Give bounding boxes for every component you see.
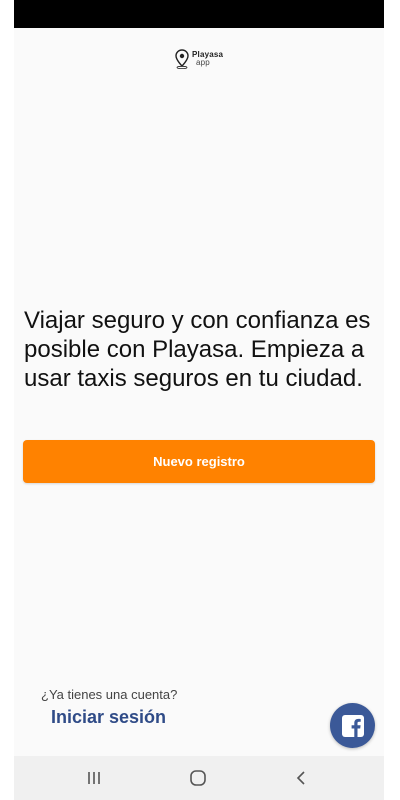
home-icon: [190, 770, 206, 786]
facebook-login-button[interactable]: [330, 703, 375, 748]
recent-apps-icon: [88, 772, 100, 784]
home-button[interactable]: [184, 764, 212, 792]
app-logo: Playasa app: [174, 48, 226, 70]
back-icon: [296, 771, 305, 785]
logo-text: Playasa app: [192, 51, 223, 67]
login-screen: Playasa app Viajar seguro y con confianz…: [0, 0, 400, 800]
new-registration-button[interactable]: Nuevo registro: [23, 440, 375, 483]
status-bar: [14, 0, 384, 28]
facebook-icon: [341, 714, 364, 737]
logo-subtext: app: [196, 58, 210, 67]
tagline-text: Viajar seguro y con confianza es posible…: [24, 307, 371, 392]
account-question: ¿Ya tienes una cuenta?: [41, 687, 178, 702]
map-pin-icon: [175, 49, 189, 69]
back-button[interactable]: [288, 764, 316, 792]
recent-apps-button[interactable]: [80, 764, 108, 792]
navigation-bar: [14, 756, 384, 800]
login-link[interactable]: Iniciar sesión: [51, 707, 166, 728]
